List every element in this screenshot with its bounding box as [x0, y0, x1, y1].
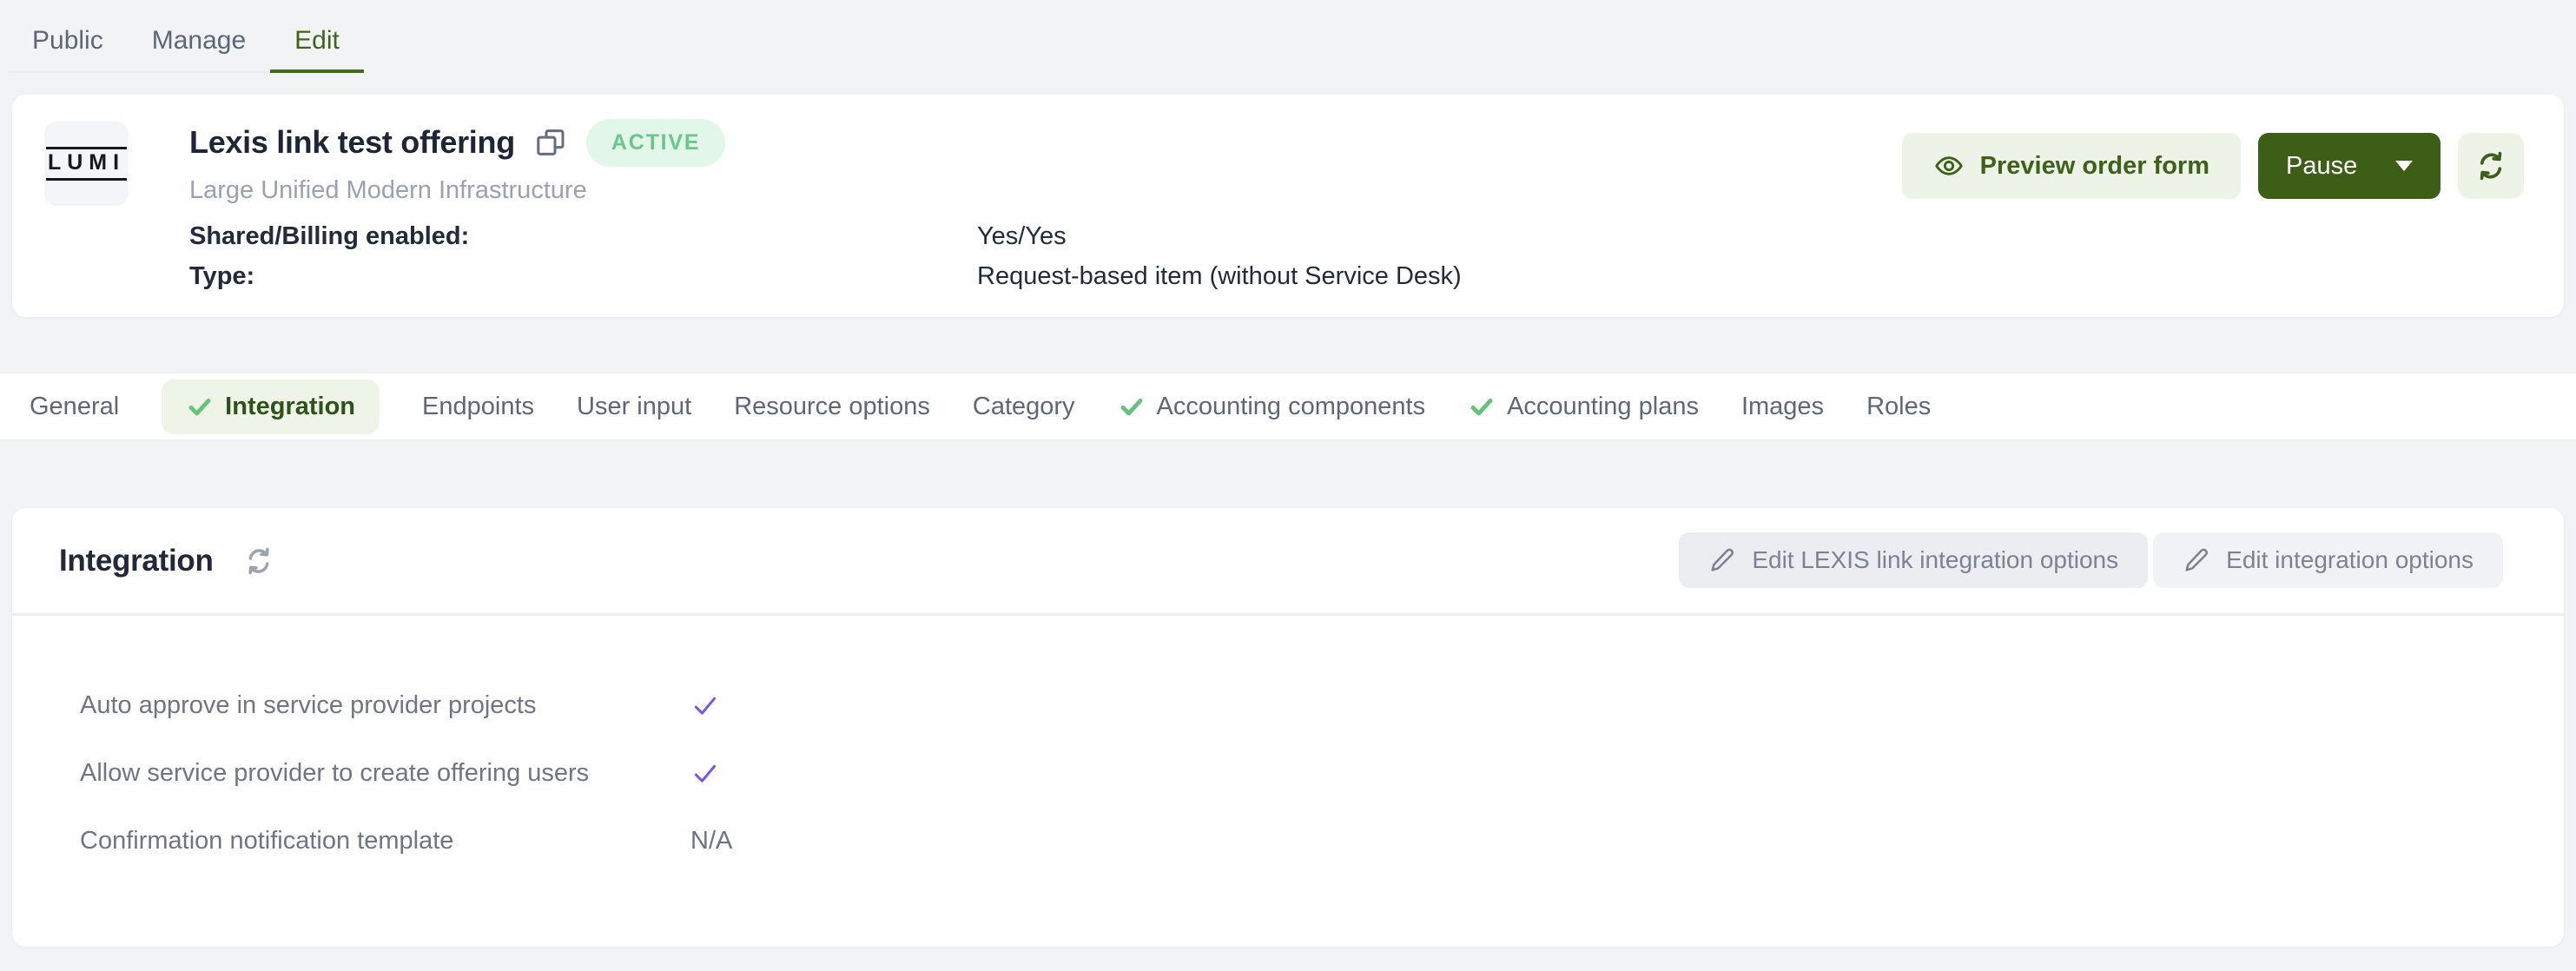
tab-label: Accounting components	[1157, 393, 1426, 421]
offering-header-card: LUMI Lexis link test offering ACTIVE Lar…	[12, 95, 2564, 317]
field-label: Type:	[189, 262, 977, 291]
offering-edit-page: Public Manage Edit LUMI Lexis link test …	[0, 0, 2576, 971]
preview-order-form-label: Preview order form	[1980, 152, 2209, 181]
status-badge: ACTIVE	[586, 119, 725, 167]
nav-tab-edit[interactable]: Edit	[270, 7, 364, 71]
check-icon	[690, 690, 720, 720]
field-row-shared-billing: Shared/Billing enabled: Yes/Yes	[189, 216, 1462, 256]
setting-value: N/A	[690, 827, 732, 855]
check-icon	[690, 758, 720, 788]
setting-row-allow-create-users: Allow service provider to create offerin…	[12, 739, 2564, 807]
tab-label: Resource options	[734, 393, 930, 421]
tab-label: General	[30, 393, 119, 421]
nav-tab-manage[interactable]: Manage	[128, 7, 270, 71]
edit-lexis-link-label: Edit LEXIS link integration options	[1752, 546, 2118, 574]
setting-label: Allow service provider to create offerin…	[80, 759, 690, 788]
tab-accounting-plans[interactable]: Accounting plans	[1468, 393, 1699, 421]
integration-panel-header: Integration	[12, 508, 2564, 613]
tab-label: Integration	[225, 393, 355, 421]
field-value: Request-based item (without Service Desk…	[977, 262, 1462, 291]
preview-order-form-button[interactable]: Preview order form	[1902, 133, 2241, 199]
offering-logo: LUMI	[44, 122, 129, 206]
integration-settings-list: Auto approve in service provider project…	[12, 616, 2564, 875]
eye-icon	[1933, 150, 1965, 182]
setting-row-auto-approve: Auto approve in service provider project…	[12, 671, 2564, 739]
tab-images[interactable]: Images	[1741, 393, 1824, 421]
pause-button[interactable]: Pause	[2258, 133, 2441, 199]
refresh-icon[interactable]	[243, 545, 274, 577]
edit-integration-options-button[interactable]: Edit integration options	[2153, 532, 2503, 588]
offering-section-tabs: General Integration Endpoints User input…	[0, 373, 2576, 439]
chevron-down-icon	[2395, 161, 2413, 171]
field-label: Shared/Billing enabled:	[189, 222, 977, 251]
panel-title: Integration	[59, 544, 214, 578]
pencil-icon	[2183, 546, 2210, 574]
check-icon	[186, 393, 214, 420]
tab-general[interactable]: General	[30, 393, 119, 421]
tab-accounting-components[interactable]: Accounting components	[1118, 393, 1426, 421]
tab-label: Roles	[1866, 393, 1931, 421]
view-mode-tabs: Public Manage Edit	[8, 7, 364, 73]
tab-integration[interactable]: Integration	[162, 380, 380, 434]
tab-label: Accounting plans	[1507, 393, 1699, 421]
tab-roles[interactable]: Roles	[1866, 393, 1931, 421]
pause-label: Pause	[2286, 152, 2357, 181]
tab-label: Category	[973, 393, 1075, 421]
edit-integration-label: Edit integration options	[2226, 546, 2474, 574]
edit-lexis-link-integration-options-button[interactable]: Edit LEXIS link integration options	[1679, 532, 2148, 588]
nav-tab-public[interactable]: Public	[8, 7, 128, 71]
offering-title: Lexis link test offering	[189, 124, 515, 161]
tab-label: Images	[1741, 393, 1824, 421]
offering-subtitle: Large Unified Modern Infrastructure	[189, 176, 587, 205]
pencil-icon	[1708, 546, 1736, 574]
tab-category[interactable]: Category	[973, 393, 1075, 421]
tab-label: User input	[577, 393, 691, 421]
tab-endpoints[interactable]: Endpoints	[422, 393, 534, 421]
sync-offering-button[interactable]	[2458, 133, 2524, 199]
check-icon	[1118, 393, 1146, 420]
setting-label: Confirmation notification template	[80, 827, 690, 855]
offering-summary-fields: Shared/Billing enabled: Yes/Yes Type: Re…	[189, 216, 1462, 296]
field-value: Yes/Yes	[977, 222, 1067, 251]
sync-icon	[2474, 149, 2507, 182]
integration-panel: Integration	[12, 508, 2564, 947]
setting-row-confirmation-template: Confirmation notification template N/A	[12, 807, 2564, 875]
field-row-type: Type: Request-based item (without Servic…	[189, 256, 1462, 296]
tab-resource-options[interactable]: Resource options	[734, 393, 930, 421]
check-icon	[1468, 393, 1496, 420]
lumi-logo-text: LUMI	[46, 147, 127, 181]
copy-icon[interactable]	[532, 124, 569, 161]
tab-label: Endpoints	[422, 393, 534, 421]
setting-label: Auto approve in service provider project…	[80, 691, 690, 720]
tab-user-input[interactable]: User input	[577, 393, 691, 421]
